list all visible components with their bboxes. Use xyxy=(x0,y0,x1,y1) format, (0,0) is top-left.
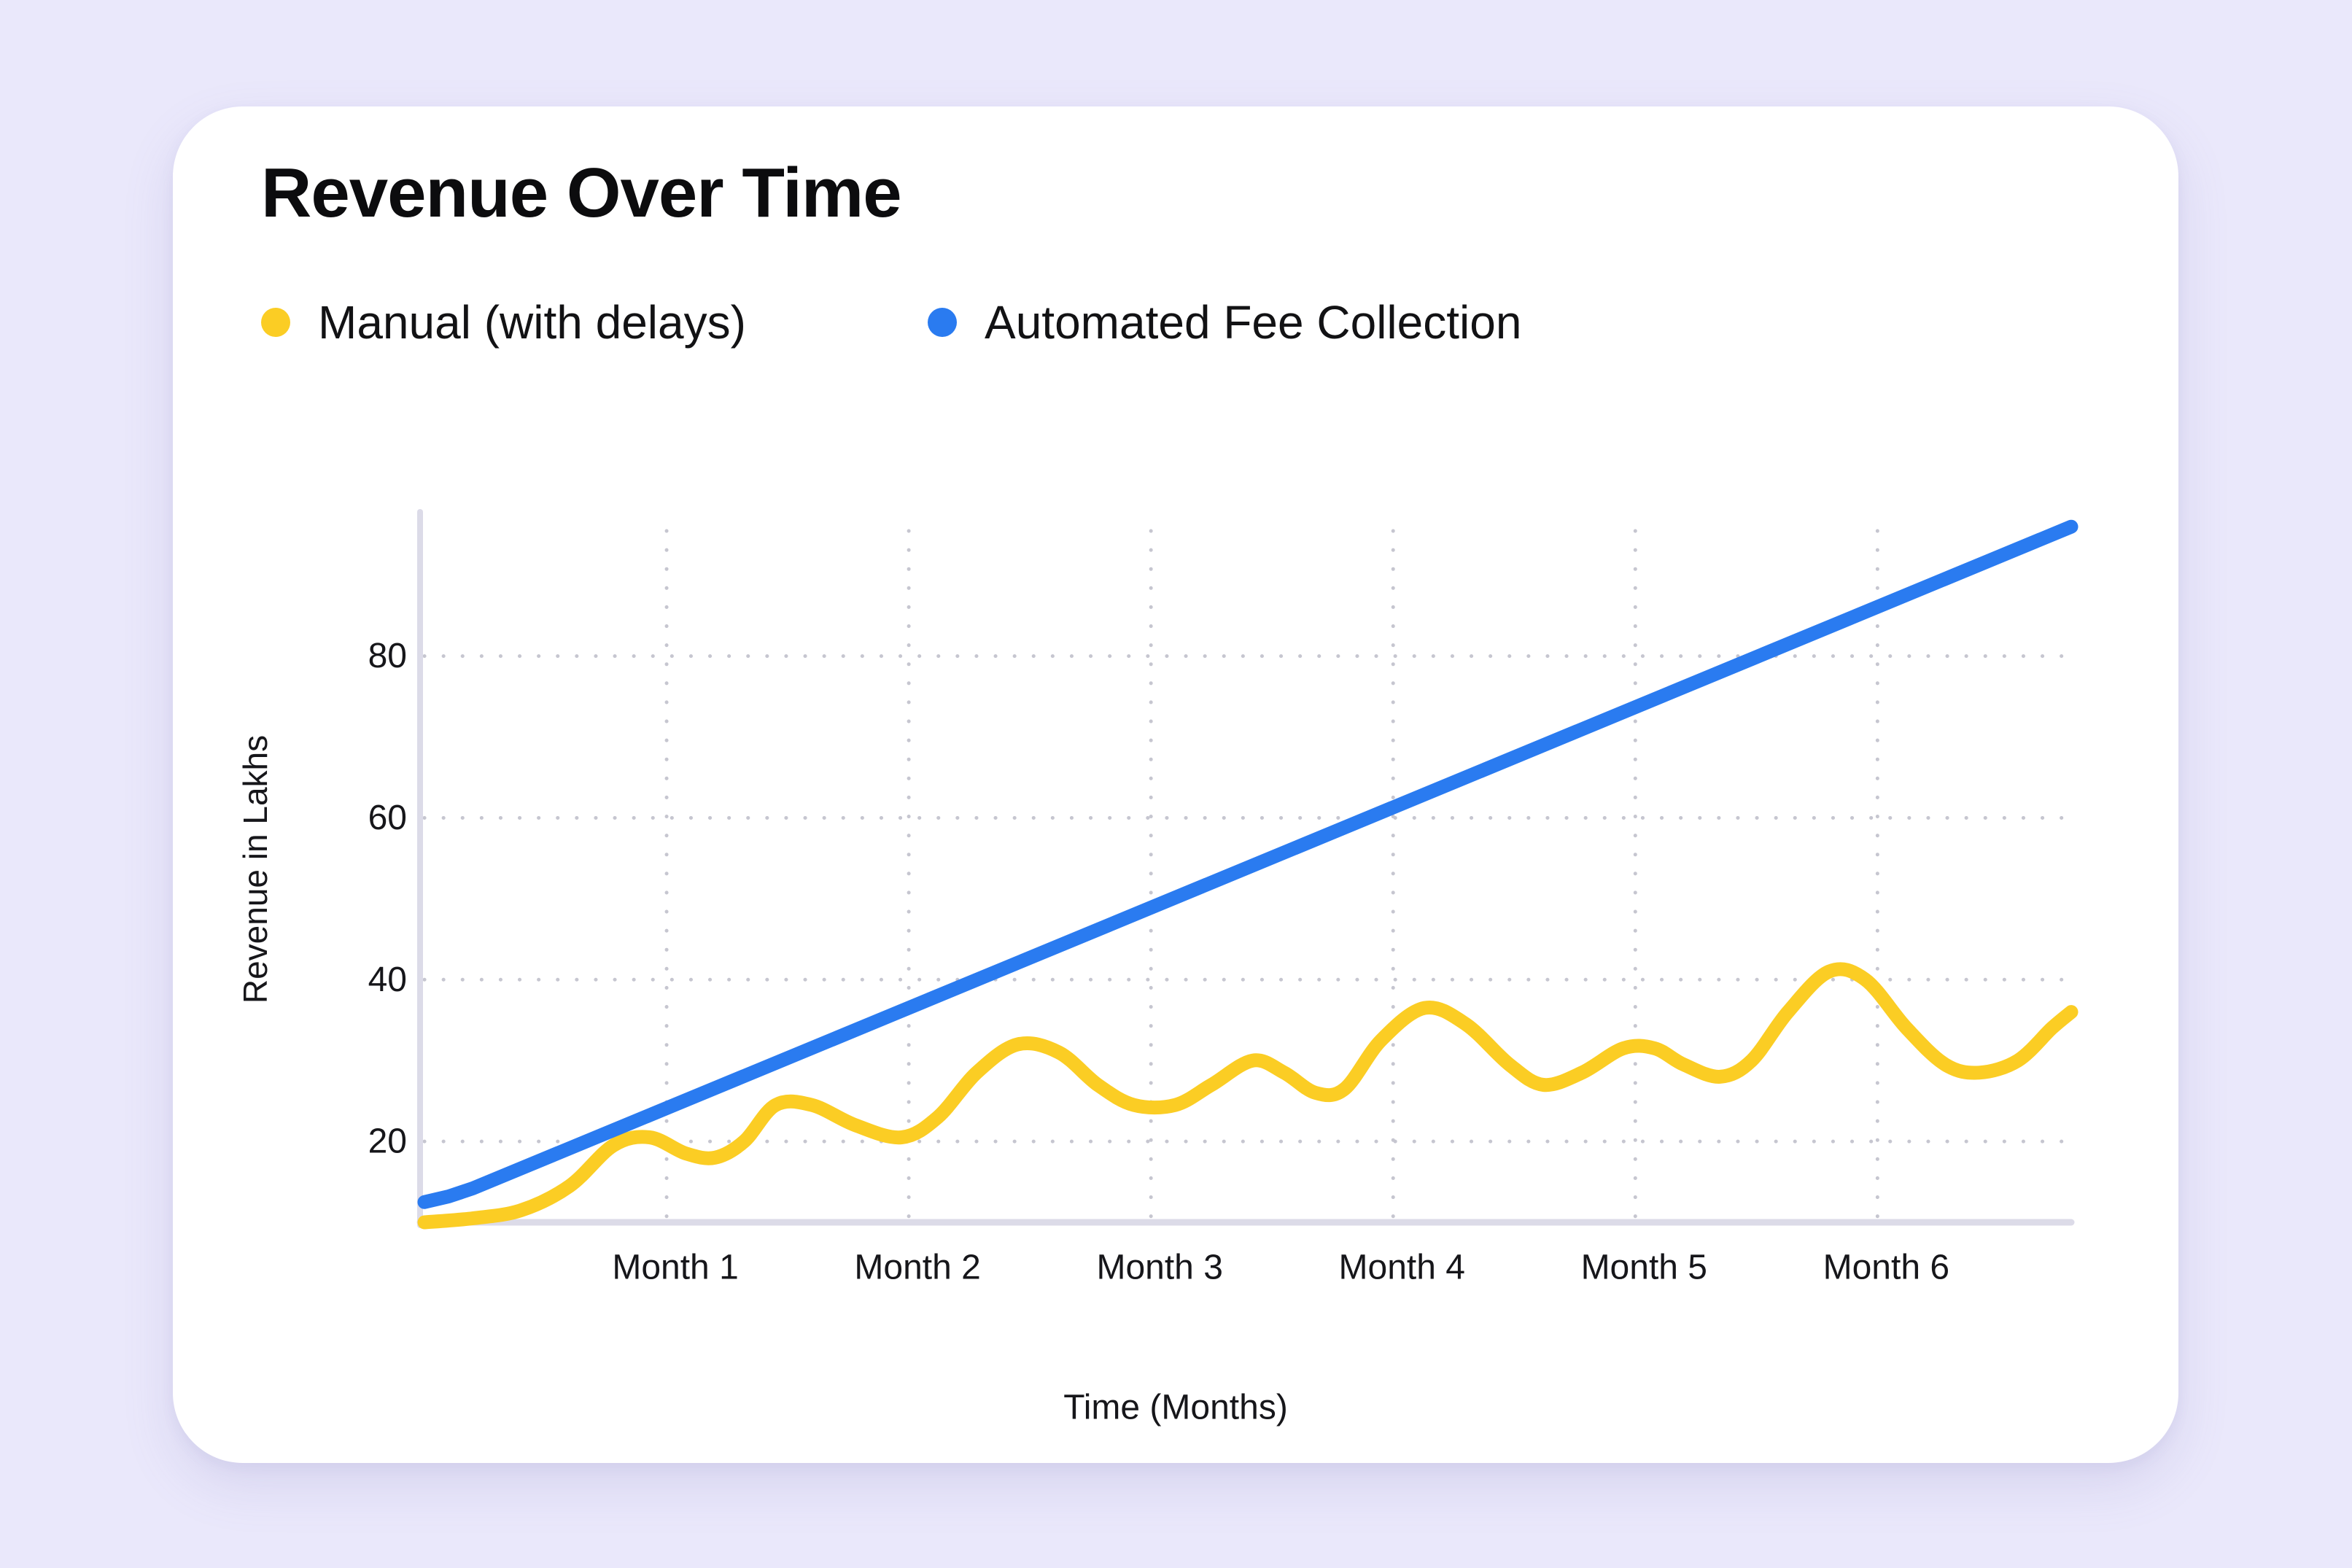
x-tick-label-3: Month 4 xyxy=(1339,1249,1465,1287)
line-chart: 20 40 60 80 Month 1 Month 2 Month 3 Month 4 Mont… xyxy=(236,509,2079,1427)
y-axis-title: Revenue in Lakhs xyxy=(236,735,274,1004)
y-tick-label-3: 80 xyxy=(368,637,407,675)
x-tick-label-1: Month 2 xyxy=(854,1249,980,1287)
series-line-automated xyxy=(417,519,2079,1209)
x-axis-title: Time (Months) xyxy=(1063,1389,1288,1427)
x-tick-label-4: Month 5 xyxy=(1581,1249,1707,1287)
x-tick-label-5: Month 6 xyxy=(1823,1249,1949,1287)
tick-labels: 20 40 60 80 Month 1 Month 2 Month 3 Month 4 Mont… xyxy=(368,637,1949,1286)
x-tick-label-0: Month 1 xyxy=(612,1249,738,1287)
y-tick-label-0: 20 xyxy=(368,1122,407,1161)
series-lines xyxy=(417,519,2079,1230)
y-tick-label-1: 40 xyxy=(368,960,407,999)
y-tick-label-2: 60 xyxy=(368,799,407,837)
x-tick-label-2: Month 3 xyxy=(1096,1249,1222,1287)
series-line-manual xyxy=(417,962,2079,1230)
